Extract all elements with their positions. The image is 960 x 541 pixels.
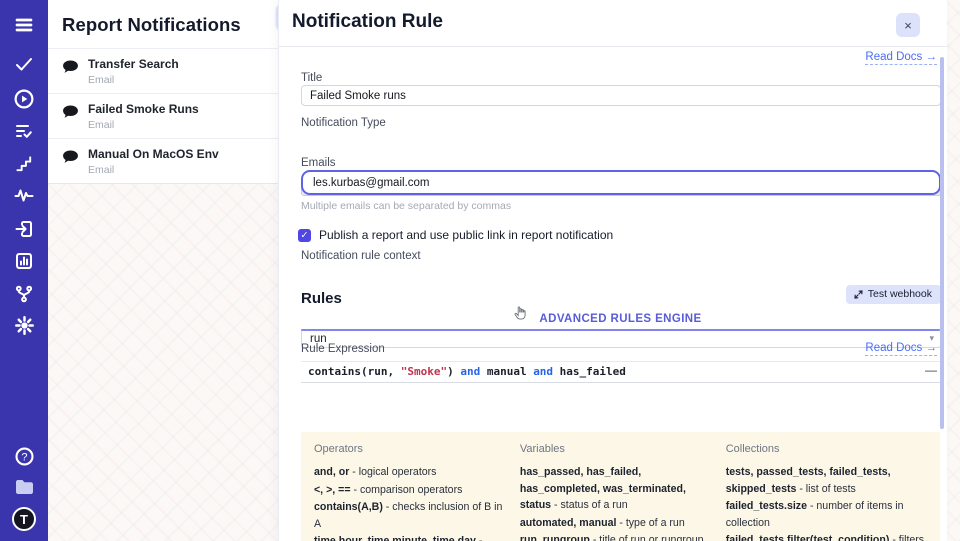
notification-list: Transfer Search EmailFailed Smoke Runs E… <box>48 48 278 184</box>
test-webhook-button[interactable]: Test webhook <box>846 285 941 304</box>
pulse-icon[interactable] <box>0 187 48 204</box>
scrollbar-thumb[interactable] <box>940 57 944 429</box>
rules-help-panel: Operators and, or - logical operators<, >… <box>301 432 940 541</box>
notification-channel: Email <box>88 164 219 176</box>
notification-list-item[interactable]: Transfer Search Email <box>48 49 278 94</box>
help-entry: and, or - logical operators <box>314 464 504 481</box>
help-column-variables: Variables has_passed, has_failed, has_com… <box>520 443 710 541</box>
close-main-panel-button[interactable]: × <box>896 13 920 37</box>
tab-active-underline <box>301 329 940 331</box>
help-entry: has_passed, has_failed, has_completed, w… <box>520 464 710 514</box>
publish-checkbox-row: ✓ Publish a report and use public link i… <box>298 228 613 242</box>
page-title: Notification Rule <box>292 11 443 33</box>
title-input[interactable] <box>301 85 941 106</box>
help-column-collections: Collections tests, passed_tests, failed_t… <box>726 443 927 541</box>
svg-text:?: ? <box>21 451 27 463</box>
notification-title: Transfer Search <box>88 57 179 71</box>
help-column-operators: Operators and, or - logical operators<, >… <box>314 443 504 541</box>
code-line: contains(run, "Smoke") and manual and ha… <box>301 362 940 383</box>
read-docs-link-top[interactable]: Read Docs → <box>865 51 937 65</box>
publish-checkbox-label: Publish a report and use public link in … <box>319 228 613 242</box>
emails-input[interactable] <box>301 170 941 195</box>
sidebar: ?T <box>0 0 48 541</box>
notification-list-item[interactable]: Manual On MacOS Env Email <box>48 139 278 183</box>
play-circle-icon[interactable] <box>0 88 48 110</box>
help-column-header: Operators <box>314 443 504 455</box>
editor-resize-handle[interactable]: — <box>925 363 937 377</box>
code-token-plain: manual <box>480 365 533 378</box>
chat-bubble-icon <box>62 59 79 74</box>
notification-title: Failed Smoke Runs <box>88 102 199 116</box>
menu-icon[interactable] <box>0 15 48 35</box>
list-check-icon[interactable] <box>0 121 48 141</box>
steps-icon[interactable] <box>0 154 48 173</box>
help-entry: failed_tests.filter(test, condition) - f… <box>726 532 927 541</box>
rule-expression-editor[interactable]: contains(run, "Smoke") and manual and ha… <box>301 361 940 430</box>
code-token-plain: has_failed <box>553 365 626 378</box>
help-entry: contains(A,B) - checks inclusion of B in… <box>314 499 504 532</box>
help-column-header: Collections <box>726 443 927 455</box>
rule-expression-label: Rule Expression <box>301 343 385 355</box>
help-entry: automated, manual - type of a run <box>520 515 710 532</box>
bar-chart-icon[interactable] <box>0 251 48 271</box>
import-icon[interactable] <box>0 219 48 239</box>
app-screen: ?T Report Notifications × Transfer Searc… <box>0 0 960 541</box>
code-token-keyword: and <box>533 365 553 378</box>
help-column-header: Variables <box>520 443 710 455</box>
notification-channel: Email <box>88 119 199 131</box>
rule-context-select[interactable]: run ▾ <box>301 329 941 348</box>
chat-bubble-icon <box>62 149 79 164</box>
emails-field-label: Emails <box>301 157 336 169</box>
rule-context-label: Notification rule context <box>301 250 421 262</box>
chat-bubble-icon <box>62 104 79 119</box>
gear-icon[interactable] <box>0 315 48 336</box>
notification-type-label: Notification Type <box>301 117 386 129</box>
help-entry: tests, passed_tests, failed_tests, skipp… <box>726 464 927 497</box>
help-icon[interactable]: ? <box>0 446 48 467</box>
help-entry: run, rungroup - title of run or rungroup <box>520 532 710 541</box>
publish-checkbox[interactable]: ✓ <box>298 229 311 242</box>
list-panel-header: Report Notifications × <box>48 0 278 48</box>
branch-icon[interactable] <box>0 284 48 304</box>
test-webhook-label: Test webhook <box>868 288 932 300</box>
report-notifications-panel: Report Notifications × Transfer Search E… <box>48 0 278 541</box>
help-entry: time.hour, time.minute, time.day - datet… <box>314 533 504 541</box>
help-entry: <, >, == - comparison operators <box>314 482 504 499</box>
code-token-string: "Smoke" <box>401 365 447 378</box>
code-token-plain: ) <box>447 365 460 378</box>
notification-list-item[interactable]: Failed Smoke Runs Email <box>48 94 278 139</box>
code-token-plain: contains(run, <box>308 365 401 378</box>
notification-channel: Email <box>88 74 179 86</box>
help-entry: failed_tests.size - number of items in c… <box>726 498 927 531</box>
main-panel-header: Notification Rule × <box>279 0 947 47</box>
check-icon[interactable] <box>0 54 48 74</box>
emails-hint: Multiple emails can be separated by comm… <box>301 200 511 212</box>
app-logo[interactable]: T <box>0 507 48 531</box>
notification-rule-panel: Notification Rule × Read Docs → Title No… <box>278 0 947 541</box>
list-panel-title: Report Notifications <box>62 14 241 35</box>
folder-icon[interactable] <box>0 478 48 496</box>
tab-advanced-rules-engine[interactable]: ADVANCED RULES ENGINE <box>539 313 701 325</box>
webhook-arrows-icon <box>854 290 863 299</box>
code-token-keyword: and <box>460 365 480 378</box>
title-field-label: Title <box>301 72 322 84</box>
notification-title: Manual On MacOS Env <box>88 147 219 161</box>
rules-tab-bar: ADVANCED RULES ENGINE <box>301 309 940 327</box>
rules-heading: Rules <box>301 290 342 307</box>
read-docs-link-rules[interactable]: Read Docs → <box>865 342 937 356</box>
